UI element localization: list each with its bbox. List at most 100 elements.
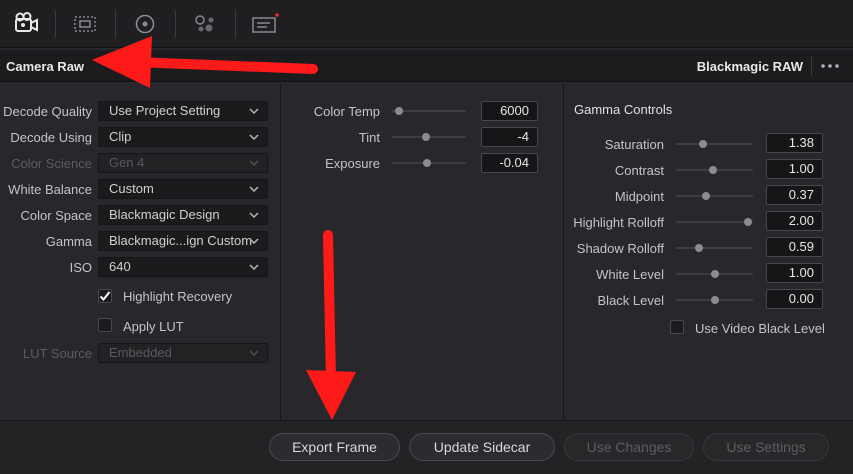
tint-slider[interactable] bbox=[392, 133, 466, 141]
color-science-value: Gen 4 bbox=[109, 155, 145, 170]
chevron-down-icon bbox=[249, 264, 259, 271]
white-level-field[interactable]: 1.00 bbox=[766, 263, 823, 283]
highlight-recovery-checkbox[interactable] bbox=[98, 289, 112, 303]
arrow-down-annotation bbox=[306, 230, 356, 420]
tint-label: Tint bbox=[358, 130, 380, 145]
slider-knob[interactable] bbox=[423, 159, 432, 167]
color-temp-label: Color Temp bbox=[313, 104, 380, 119]
slider-knob[interactable] bbox=[421, 133, 430, 141]
column-divider bbox=[563, 83, 564, 420]
decode-using-label: Decode Using bbox=[10, 130, 92, 145]
toolbar-divider bbox=[115, 10, 116, 38]
decode-quality-dropdown[interactable]: Use Project Setting bbox=[98, 101, 268, 121]
scopes-icon bbox=[74, 16, 96, 32]
color-science-label: Color Science bbox=[11, 156, 92, 171]
exposure-slider[interactable] bbox=[392, 159, 466, 167]
exposure-field[interactable]: -0.04 bbox=[481, 153, 538, 173]
export-frame-button[interactable]: Export Frame bbox=[269, 433, 400, 461]
color-temp-slider[interactable] bbox=[392, 107, 466, 115]
contrast-field[interactable]: 1.00 bbox=[766, 159, 823, 179]
saturation-label: Saturation bbox=[604, 137, 664, 152]
black-level-field[interactable]: 0.00 bbox=[766, 289, 823, 309]
chevron-down-icon bbox=[249, 186, 259, 193]
iso-dropdown[interactable]: 640 bbox=[98, 257, 268, 277]
metadata-tool[interactable] bbox=[247, 8, 283, 40]
midpoint-slider[interactable] bbox=[676, 192, 753, 200]
ellipsis-icon bbox=[821, 64, 839, 68]
highlight-rolloff-label: Highlight Rolloff bbox=[573, 215, 664, 230]
decode-quality-label: Decode Quality bbox=[3, 104, 92, 119]
header-divider bbox=[811, 56, 812, 76]
white-level-slider[interactable] bbox=[676, 270, 753, 278]
chevron-down-icon bbox=[249, 212, 259, 219]
slider-knob[interactable] bbox=[710, 270, 719, 278]
apply-lut-label[interactable]: Apply LUT bbox=[123, 319, 184, 334]
toolbar-divider bbox=[235, 10, 236, 38]
toolbar-divider bbox=[175, 10, 176, 38]
codec-label: Blackmagic RAW bbox=[696, 59, 803, 74]
use-video-black-level-checkbox[interactable] bbox=[670, 320, 684, 334]
saturation-slider[interactable] bbox=[676, 140, 753, 148]
color-temp-field[interactable]: 6000 bbox=[481, 101, 538, 121]
color-wheel-tool[interactable] bbox=[127, 8, 163, 40]
decode-quality-value: Use Project Setting bbox=[109, 103, 221, 118]
panel-header: Camera Raw Blackmagic RAW bbox=[0, 50, 853, 82]
lut-source-dropdown: Embedded bbox=[98, 343, 268, 363]
color-space-value: Blackmagic Design bbox=[109, 207, 220, 222]
highlight-rolloff-slider[interactable] bbox=[676, 218, 753, 226]
black-level-slider[interactable] bbox=[676, 296, 753, 304]
column-divider bbox=[280, 83, 281, 420]
contrast-label: Contrast bbox=[614, 163, 664, 178]
color-space-dropdown[interactable]: Blackmagic Design bbox=[98, 205, 268, 225]
white-balance-value: Custom bbox=[109, 181, 154, 196]
panel-title: Camera Raw bbox=[6, 59, 85, 74]
camera-raw-tool[interactable] bbox=[8, 8, 44, 40]
top-toolbar bbox=[0, 0, 853, 48]
highlight-rolloff-field[interactable]: 2.00 bbox=[766, 211, 823, 231]
scopes-tool[interactable] bbox=[67, 8, 103, 40]
white-balance-dropdown[interactable]: Custom bbox=[98, 179, 268, 199]
use-changes-button: Use Changes bbox=[564, 433, 694, 461]
metadata-icon bbox=[252, 13, 279, 33]
slider-knob[interactable] bbox=[395, 107, 404, 115]
shadow-rolloff-slider[interactable] bbox=[676, 244, 753, 252]
lut-source-label: LUT Source bbox=[22, 346, 92, 361]
more-options-button[interactable] bbox=[818, 58, 842, 74]
shadow-rolloff-label: Shadow Rolloff bbox=[576, 241, 664, 256]
slider-knob[interactable] bbox=[743, 218, 752, 226]
contrast-slider[interactable] bbox=[676, 166, 753, 174]
lut-source-value: Embedded bbox=[109, 345, 172, 360]
apply-lut-checkbox[interactable] bbox=[98, 318, 112, 332]
gamma-label: Gamma bbox=[45, 234, 92, 249]
slider-knob[interactable] bbox=[701, 192, 710, 200]
slider-knob[interactable] bbox=[698, 140, 707, 148]
highlight-recovery-label[interactable]: Highlight Recovery bbox=[123, 289, 232, 304]
midpoint-label: Midpoint bbox=[614, 189, 664, 204]
nodes-icon bbox=[195, 15, 214, 32]
update-sidecar-button[interactable]: Update Sidecar bbox=[409, 433, 555, 461]
toolbar-divider bbox=[55, 10, 56, 38]
tint-field[interactable]: -4 bbox=[481, 127, 538, 147]
shadow-rolloff-field[interactable]: 0.59 bbox=[766, 237, 823, 257]
camera-icon bbox=[15, 12, 38, 32]
gamma-dropdown[interactable]: Blackmagic...ign Custom bbox=[98, 231, 268, 251]
decode-using-value: Clip bbox=[109, 129, 132, 144]
color-science-dropdown: Gen 4 bbox=[98, 153, 268, 173]
slider-knob[interactable] bbox=[710, 296, 719, 304]
slider-knob[interactable] bbox=[695, 244, 704, 252]
decode-using-dropdown[interactable]: Clip bbox=[98, 127, 268, 147]
chevron-down-icon bbox=[249, 134, 259, 141]
iso-value: 640 bbox=[109, 259, 131, 274]
white-balance-label: White Balance bbox=[8, 182, 92, 197]
nodes-tool[interactable] bbox=[187, 8, 223, 40]
slider-knob[interactable] bbox=[709, 166, 718, 174]
saturation-field[interactable]: 1.38 bbox=[766, 133, 823, 153]
midpoint-field[interactable]: 0.37 bbox=[766, 185, 823, 205]
color-space-label: Color Space bbox=[20, 208, 92, 223]
chevron-down-icon bbox=[249, 350, 259, 357]
exposure-label: Exposure bbox=[325, 156, 380, 171]
checkmark-icon bbox=[99, 291, 111, 301]
use-video-black-level-label[interactable]: Use Video Black Level bbox=[695, 321, 825, 336]
chevron-down-icon bbox=[249, 160, 259, 167]
gamma-controls-title: Gamma Controls bbox=[574, 102, 673, 117]
